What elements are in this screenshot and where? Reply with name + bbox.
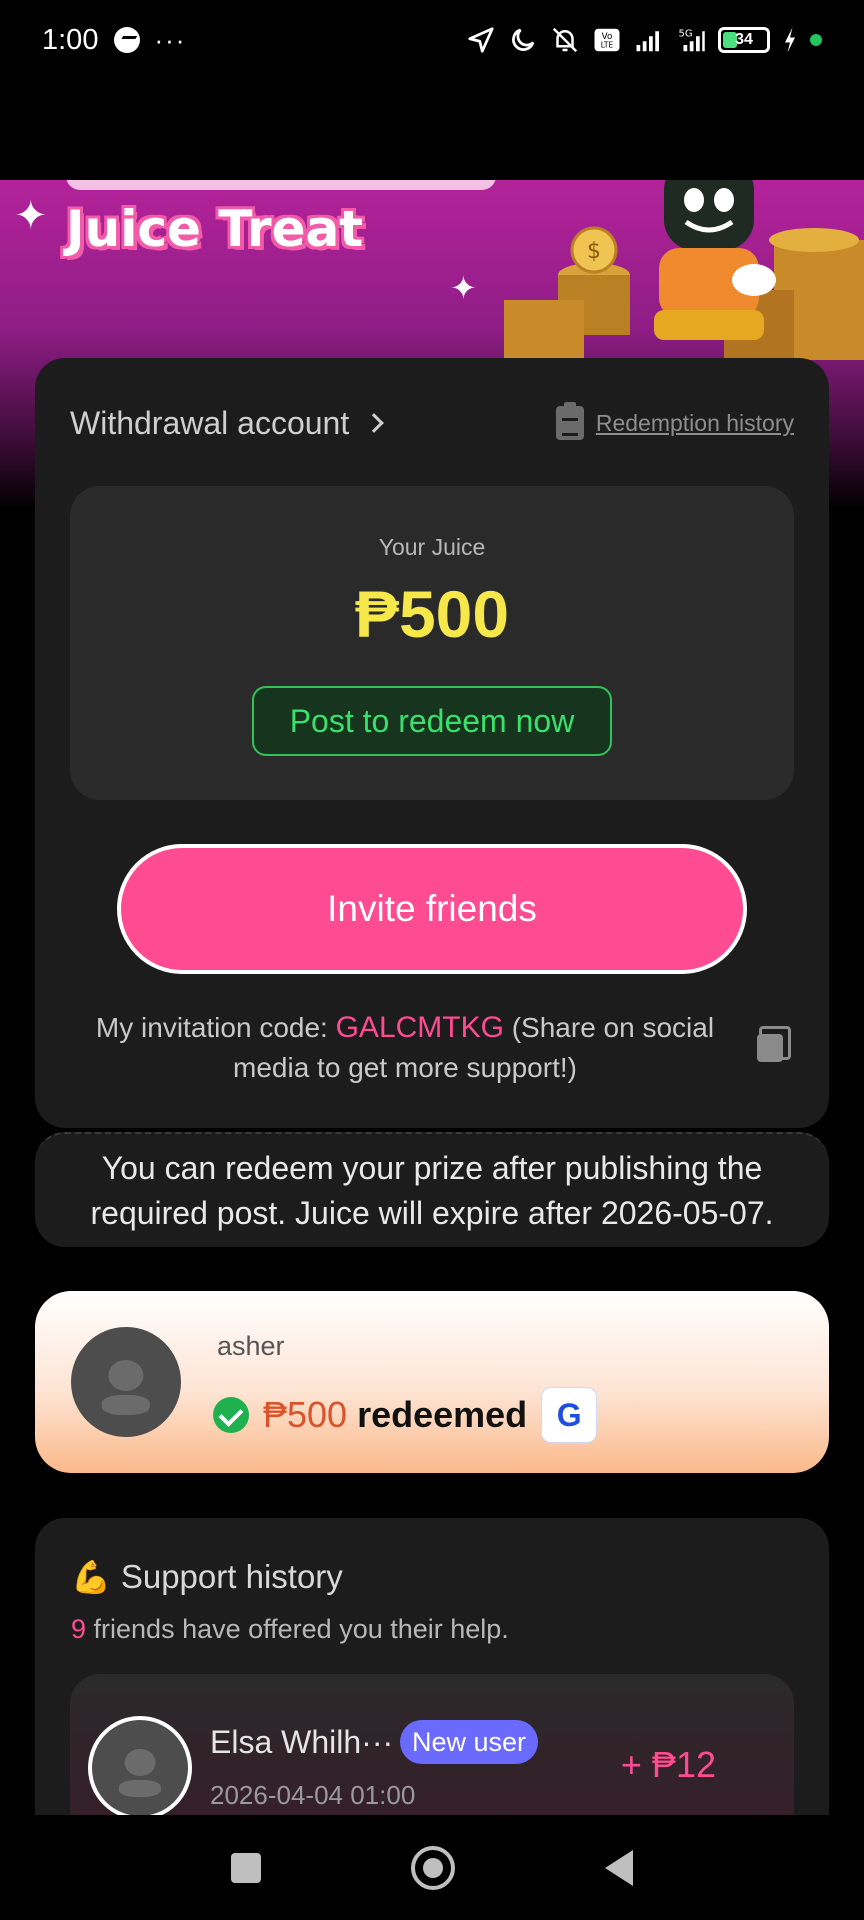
support-amount: + ₱12	[620, 1744, 716, 1785]
flexed-biceps-icon: 💪	[71, 1559, 111, 1595]
support-history-title: Support history	[120, 1558, 343, 1595]
location-arrow-icon	[468, 27, 494, 53]
redemption-history-label[interactable]: Redemption history	[596, 410, 794, 437]
sparkle-icon: ✦	[450, 270, 477, 306]
redeemed-card: asher ₱500 redeemed G	[35, 1291, 829, 1473]
recent-apps-button[interactable]	[231, 1852, 261, 1883]
redeemed-status: redeemed	[357, 1394, 528, 1435]
bell-off-icon	[552, 27, 578, 53]
post-to-redeem-button[interactable]: Post to redeem now	[252, 686, 612, 756]
redeemer-name: asher	[217, 1331, 285, 1361]
volte-icon: VoLTE	[594, 28, 620, 52]
privacy-indicator	[810, 34, 822, 46]
svg-text:$: $	[587, 239, 601, 264]
battery-icon: 34	[718, 27, 770, 53]
gcash-icon: G	[541, 1387, 598, 1443]
banner-title: Juice Treat	[66, 180, 497, 258]
new-user-badge: New user	[400, 1720, 539, 1764]
mascot-image	[654, 180, 776, 340]
redemption-history-link[interactable]: Redemption history	[555, 402, 794, 440]
support-date: 2026-04-04 01:00	[210, 1780, 416, 1810]
status-bar: 1:00 ··· Vo LTE 5G 34	[0, 0, 864, 80]
signal-icon	[636, 31, 659, 52]
chevron-right-icon[interactable]	[364, 413, 385, 433]
juice-card: Withdrawal account Redemption history Yo…	[35, 358, 829, 1128]
invite-friends-button[interactable]: Invite friends	[117, 844, 747, 974]
support-count-text: 9 friends have offered you their help.	[71, 1614, 509, 1645]
invitation-code-text: My invitation code: GALCMTKG (Share on s…	[95, 1008, 715, 1088]
back-button[interactable]	[605, 1849, 633, 1886]
redeemed-amount: ₱500	[263, 1394, 348, 1435]
avatar	[88, 1716, 192, 1820]
more-notifications-icon: ···	[154, 25, 187, 55]
juice-label: Your Juice	[378, 534, 486, 560]
avatar	[71, 1327, 181, 1437]
sparkle-icon: ✦	[14, 194, 48, 238]
copy-icon[interactable]	[757, 1026, 791, 1062]
friend-name: Elsa Whilh···	[210, 1724, 394, 1760]
home-button[interactable]	[411, 1845, 455, 1890]
juice-amount: ₱500	[354, 577, 510, 651]
withdrawal-account-link[interactable]: Withdrawal account	[70, 405, 349, 442]
svg-text:5G: 5G	[679, 28, 693, 39]
invitation-prefix: My invitation code:	[95, 1012, 336, 1043]
svg-text:LTE: LTE	[601, 41, 614, 50]
expiry-notice: You can redeem your prize after publishi…	[35, 1132, 829, 1247]
battery-level: 34	[735, 31, 753, 48]
status-time: 1:00	[42, 23, 99, 56]
juice-balance-box: Your Juice ₱500 Post to redeem now	[70, 486, 794, 800]
support-count: 9	[71, 1614, 87, 1644]
check-circle-icon	[213, 1397, 249, 1433]
charging-icon	[785, 27, 795, 53]
messenger-icon	[114, 27, 141, 53]
clipboard-icon	[555, 402, 584, 440]
moon-icon	[512, 28, 535, 51]
system-nav-bar	[0, 1815, 864, 1920]
support-count-label: friends have offered you their help.	[86, 1614, 509, 1644]
signal-5g-icon: 5G	[679, 28, 705, 52]
invitation-code[interactable]: GALCMTKG	[336, 1011, 504, 1044]
